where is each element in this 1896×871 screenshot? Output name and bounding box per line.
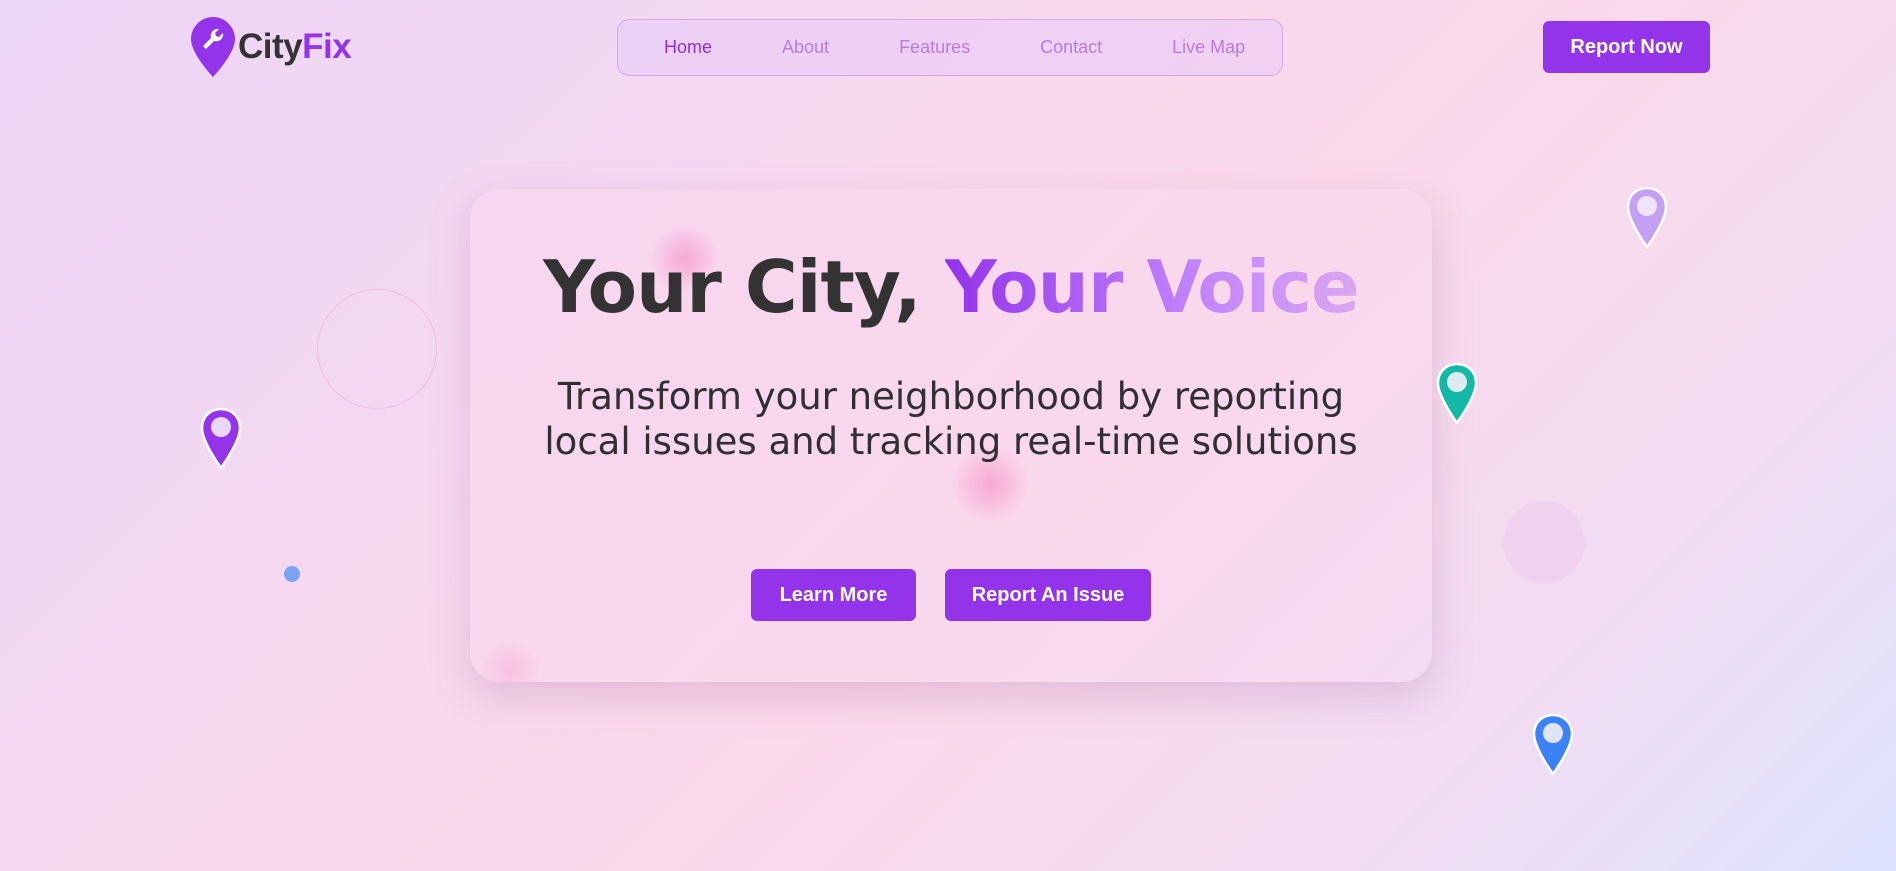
teal-map-marker-icon bbox=[1436, 362, 1478, 426]
nav-live-map[interactable]: Live Map bbox=[1172, 37, 1245, 58]
brand-logo[interactable]: CityFix bbox=[190, 16, 352, 78]
decorative-disc bbox=[1503, 501, 1585, 583]
decorative-dot bbox=[284, 566, 300, 582]
purple-map-marker-icon bbox=[200, 407, 242, 471]
nav-contact[interactable]: Contact bbox=[1040, 37, 1102, 58]
brand-name: CityFix bbox=[238, 27, 352, 66]
decorative-ring bbox=[317, 289, 437, 409]
report-now-button[interactable]: Report Now bbox=[1543, 21, 1710, 73]
hero-subtitle: Transform your neighborhood by reporting… bbox=[544, 375, 1358, 463]
wrench-pin-icon bbox=[191, 17, 235, 77]
main-nav: Home About Features Contact Live Map bbox=[617, 19, 1283, 76]
lavender-map-marker-icon bbox=[1626, 186, 1668, 250]
hero-card: Your City, Your Voice Transform your nei… bbox=[470, 189, 1432, 682]
decorative-blob bbox=[480, 639, 540, 682]
nav-features[interactable]: Features bbox=[899, 37, 970, 58]
nav-home[interactable]: Home bbox=[664, 37, 712, 58]
blue-map-marker-icon bbox=[1532, 713, 1574, 777]
learn-more-button[interactable]: Learn More bbox=[751, 569, 916, 621]
hero-title: Your City, Your Voice bbox=[543, 245, 1360, 329]
nav-about[interactable]: About bbox=[782, 37, 829, 58]
report-issue-button[interactable]: Report An Issue bbox=[945, 569, 1151, 621]
